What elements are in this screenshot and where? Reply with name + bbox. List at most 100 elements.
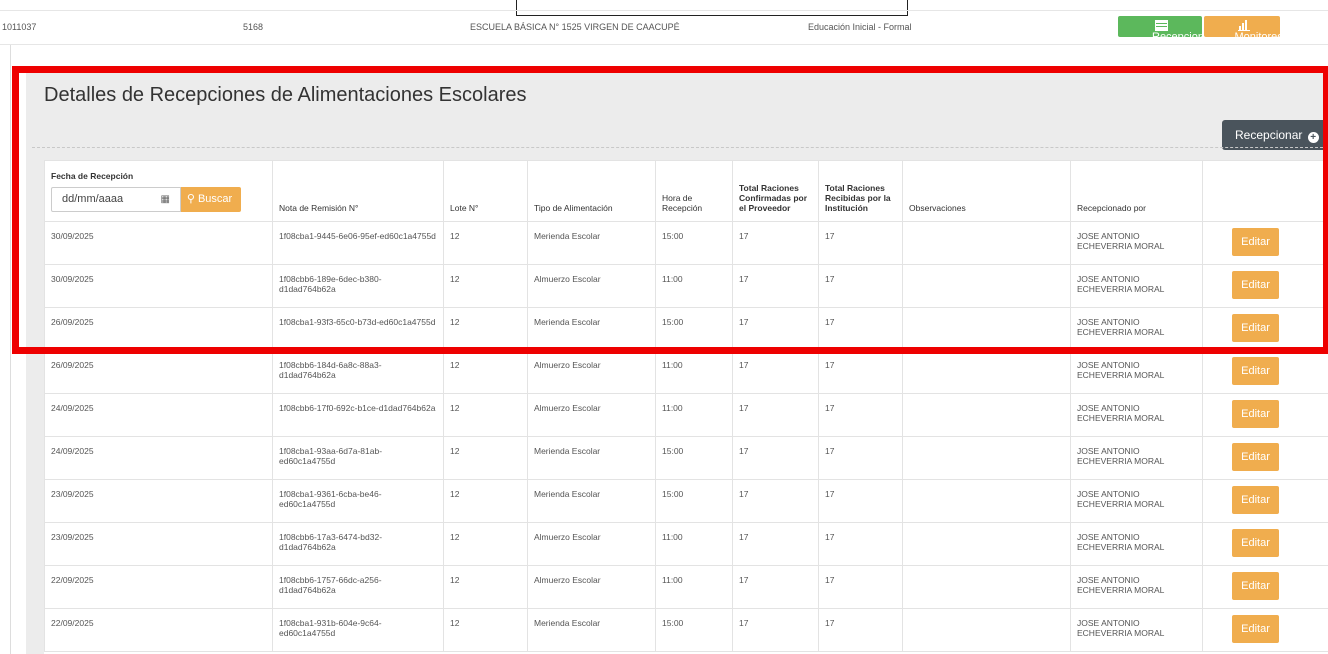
buscar-label: Buscar	[197, 193, 233, 205]
cell-recepcionado: JOSE ANTONIO ECHEVERRIA MORAL	[1070, 565, 1203, 609]
cell-tipo: Merienda Escolar	[527, 436, 656, 480]
cell-date: 23/09/2025	[44, 522, 273, 566]
cell-tipo: Merienda Escolar	[527, 479, 656, 523]
cell-recibidas: 17	[818, 221, 903, 265]
cell-nota: 1f08cba1-93aa-6d7a-81ab-ed60c1a4755d	[272, 436, 444, 480]
cell-actions: Editar	[1202, 307, 1328, 351]
editar-button[interactable]: Editar	[1232, 314, 1279, 342]
cell-lote: 12	[443, 479, 528, 523]
cell-nota: 1f08cba1-931b-604e-9c64-ed60c1a4755d	[272, 608, 444, 652]
date-filter-cell: Fecha de Recepción dd/mm/aaaa ▦ ⚲ Buscar	[44, 160, 273, 222]
cell-date: 24/09/2025	[44, 393, 273, 437]
cell-confirmadas: 17	[732, 221, 819, 265]
editar-button[interactable]: Editar	[1232, 271, 1279, 299]
cell-observaciones	[902, 436, 1071, 480]
table-row: 22/09/2025 1f08cbb6-1757-66dc-a256-d1dad7…	[44, 565, 1328, 609]
monitoreo-button[interactable]: Monitoreo	[1204, 16, 1283, 43]
calendar-icon[interactable]: ▦	[161, 188, 170, 211]
cell-hora: 11:00	[655, 350, 733, 394]
cell-confirmadas: 17	[732, 264, 819, 308]
institution-number: 5168	[243, 22, 264, 32]
cell-nota: 1f08cbb6-17f0-692c-b1ce-d1dad764b62a	[272, 393, 444, 437]
cell-lote: 12	[443, 307, 528, 351]
receptions-table-wrapper: Fecha de Recepción dd/mm/aaaa ▦ ⚲ Buscar…	[44, 160, 1328, 654]
cell-date: 24/09/2025	[44, 436, 273, 480]
cell-recibidas: 17	[818, 350, 903, 394]
cell-confirmadas: 17	[732, 522, 819, 566]
cell-recibidas: 17	[818, 307, 903, 351]
left-border	[10, 45, 11, 654]
cell-observaciones	[902, 608, 1071, 652]
cell-recibidas: 17	[818, 393, 903, 437]
recepciones-button[interactable]: Recepciones	[1118, 16, 1216, 43]
editar-button[interactable]: Editar	[1232, 529, 1279, 557]
cell-lote: 12	[443, 436, 528, 480]
cell-tipo: Merienda Escolar	[527, 608, 656, 652]
cell-recibidas: 17	[818, 264, 903, 308]
editar-button[interactable]: Editar	[1232, 443, 1279, 471]
cell-confirmadas: 17	[732, 307, 819, 351]
plus-circle-icon: +	[1307, 132, 1319, 143]
cell-recepcionado: JOSE ANTONIO ECHEVERRIA MORAL	[1070, 608, 1203, 652]
header-actions	[1202, 160, 1328, 222]
cell-lote: 12	[443, 565, 528, 609]
cell-recepcionado: JOSE ANTONIO ECHEVERRIA MORAL	[1070, 307, 1203, 351]
cell-nota: 1f08cba1-93f3-65c0-b73d-ed60c1a4755d	[272, 307, 444, 351]
cell-date: 30/09/2025	[44, 264, 273, 308]
editar-button[interactable]: Editar	[1232, 486, 1279, 514]
table-row: 30/09/2025 1f08cbb6-189e-6dec-b380-d1dad7…	[44, 264, 1328, 308]
editar-button[interactable]: Editar	[1232, 400, 1279, 428]
cell-lote: 12	[443, 221, 528, 265]
cell-tipo: Almuerzo Escolar	[527, 264, 656, 308]
cell-tipo: Almuerzo Escolar	[527, 522, 656, 566]
cell-tipo: Almuerzo Escolar	[527, 350, 656, 394]
header-nota: Nota de Remisión N°	[272, 160, 444, 222]
cell-lote: 12	[443, 522, 528, 566]
cell-observaciones	[902, 393, 1071, 437]
header-confirmadas: Total Raciones Confirmadas por el Provee…	[732, 160, 819, 222]
cell-nota: 1f08cbb6-1757-66dc-a256-d1dad764b62a	[272, 565, 444, 609]
buscar-button[interactable]: ⚲ Buscar	[178, 187, 241, 212]
cell-date: 23/09/2025	[44, 479, 273, 523]
header-hora: Hora de Recepción	[655, 160, 733, 222]
table-row: 24/09/2025 1f08cba1-93aa-6d7a-81ab-ed60c1…	[44, 436, 1328, 480]
header-lote: Lote N°	[443, 160, 528, 222]
cell-actions: Editar	[1202, 608, 1328, 652]
school-name: ESCUELA BÁSICA N° 1525 VIRGEN DE CAACUPÉ	[470, 22, 680, 32]
cell-lote: 12	[443, 393, 528, 437]
table-row: 23/09/2025 1f08cbb6-17a3-6474-bd32-d1dad7…	[44, 522, 1328, 566]
cell-observaciones	[902, 350, 1071, 394]
editar-button[interactable]: Editar	[1232, 572, 1279, 600]
cell-date: 22/09/2025	[44, 608, 273, 652]
cell-lote: 12	[443, 264, 528, 308]
recepcionar-button[interactable]: Recepcionar +	[1222, 120, 1328, 150]
editar-button[interactable]: Editar	[1232, 357, 1279, 385]
cell-nota: 1f08cbb6-189e-6dec-b380-d1dad764b62a	[272, 264, 444, 308]
editar-button[interactable]: Editar	[1232, 615, 1279, 643]
cell-actions: Editar	[1202, 393, 1328, 437]
cell-lote: 12	[443, 608, 528, 652]
cell-hora: 15:00	[655, 221, 733, 265]
cell-observaciones	[902, 264, 1071, 308]
date-input[interactable]: dd/mm/aaaa ▦	[51, 187, 181, 212]
cell-confirmadas: 17	[732, 436, 819, 480]
cell-actions: Editar	[1202, 565, 1328, 609]
cell-date: 22/09/2025	[44, 565, 273, 609]
table-row: 24/09/2025 1f08cbb6-17f0-692c-b1ce-d1dad7…	[44, 393, 1328, 437]
cell-recibidas: 17	[818, 479, 903, 523]
cell-confirmadas: 17	[732, 393, 819, 437]
editar-button[interactable]: Editar	[1232, 228, 1279, 256]
cell-recibidas: 17	[818, 565, 903, 609]
cell-tipo: Merienda Escolar	[527, 307, 656, 351]
cell-hora: 15:00	[655, 307, 733, 351]
cell-tipo: Almuerzo Escolar	[527, 565, 656, 609]
cell-observaciones	[902, 522, 1071, 566]
cell-hora: 11:00	[655, 565, 733, 609]
cell-hora: 11:00	[655, 393, 733, 437]
table-header-row: Fecha de Recepción dd/mm/aaaa ▦ ⚲ Buscar…	[44, 160, 1328, 222]
cell-observaciones	[902, 221, 1071, 265]
panel-title: Detalles de Recepciones de Alimentacione…	[44, 84, 527, 106]
table-row: 26/09/2025 1f08cba1-93f3-65c0-b73d-ed60c1…	[44, 307, 1328, 351]
cell-hora: 11:00	[655, 264, 733, 308]
table-row: 30/09/2025 1f08cba1-9445-6e06-95ef-ed60c1…	[44, 221, 1328, 265]
